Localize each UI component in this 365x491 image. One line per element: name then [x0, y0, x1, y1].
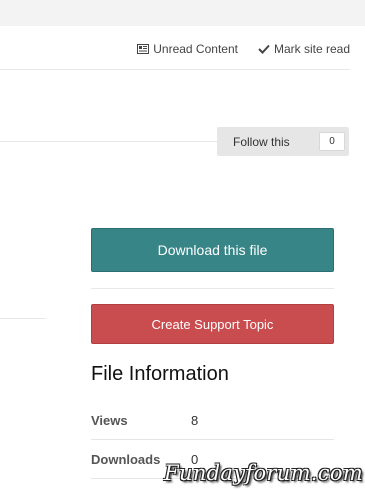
unread-content-label: Unread Content [153, 42, 238, 56]
follow-label: Follow this [233, 134, 290, 149]
info-label: Views [91, 412, 128, 428]
user-bar: Unread Content Mark site read [137, 42, 350, 56]
create-support-topic-button[interactable]: Create Support Topic [91, 304, 334, 344]
newspaper-icon [137, 44, 153, 54]
mark-site-read-link[interactable]: Mark site read [258, 42, 350, 56]
top-header-band [0, 0, 365, 26]
download-file-button[interactable]: Download this file [91, 228, 334, 272]
content-divider [0, 318, 46, 319]
header-divider [0, 69, 350, 70]
check-icon [258, 44, 274, 54]
unread-content-link[interactable]: Unread Content [137, 42, 238, 56]
mark-site-read-label: Mark site read [273, 42, 350, 56]
follow-button[interactable]: Follow this 0 [217, 127, 349, 156]
info-row-views: Views 8 [91, 401, 334, 440]
info-value: 8 [191, 412, 199, 428]
file-information-heading: File Information [91, 363, 229, 385]
sidebar-divider [91, 288, 334, 289]
title-divider [0, 141, 217, 142]
follow-count-badge: 0 [319, 132, 345, 151]
site-watermark: Fundayforum.com [164, 461, 363, 485]
